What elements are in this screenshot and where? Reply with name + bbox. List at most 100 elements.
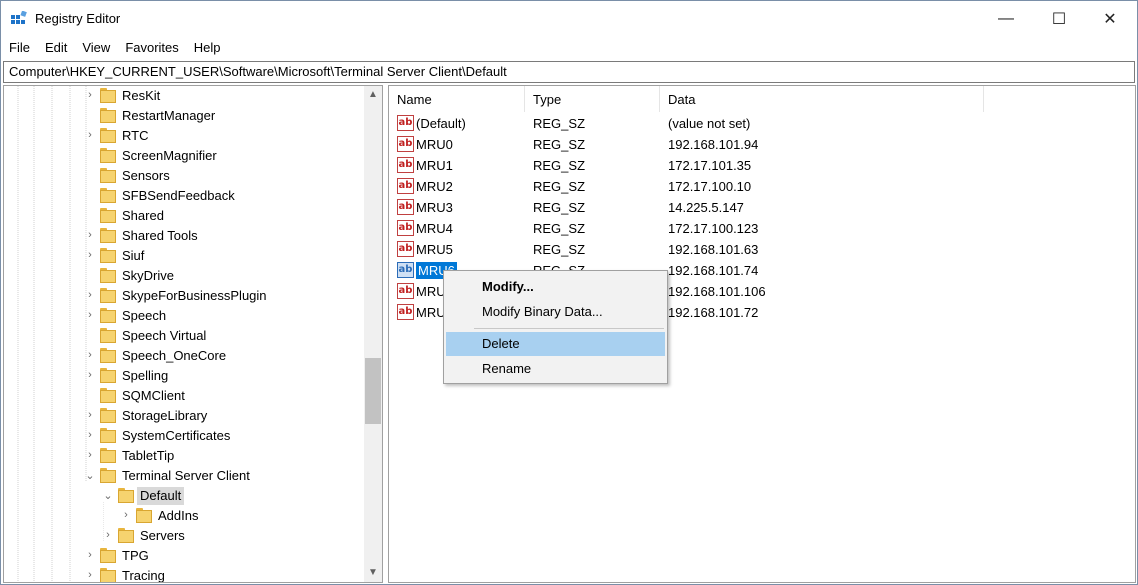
tree-item-label: Speech_OneCore <box>122 348 227 363</box>
value-name: (Default) <box>416 116 466 131</box>
collapse-icon[interactable]: ⌄ <box>102 489 114 503</box>
folder-icon <box>100 248 116 264</box>
tree-item-label: Speech <box>122 308 167 323</box>
column-header-type[interactable]: Type <box>525 86 660 112</box>
value-row[interactable]: ab MRU0 REG_SZ 192.168.101.94 <box>389 134 1129 155</box>
menu-help[interactable]: Help <box>186 37 228 59</box>
folder-icon <box>118 488 134 504</box>
string-value-icon: ab <box>397 157 414 173</box>
string-value-icon: ab <box>397 115 414 131</box>
expand-icon[interactable]: › <box>84 429 96 443</box>
tree-item-label: Tracing <box>122 568 165 583</box>
context-menu-modify-binary-data[interactable]: Modify Binary Data... <box>446 300 665 324</box>
folder-icon <box>100 368 116 384</box>
tree-item-screenmagnifier[interactable]: ScreenMagnifier <box>4 146 364 166</box>
tree-item-sensors[interactable]: Sensors <box>4 166 364 186</box>
menu-file[interactable]: File <box>1 37 37 59</box>
tree-item-spelling[interactable]: › Spelling <box>4 366 364 386</box>
tree-item-label: SkyDrive <box>122 268 175 283</box>
expand-icon[interactable]: › <box>84 569 96 582</box>
tree-item-reskit[interactable]: › ResKit <box>4 86 364 106</box>
value-type: REG_SZ <box>533 221 586 236</box>
tree-item-label: SFBSendFeedback <box>122 188 235 203</box>
context-menu-modify[interactable]: Modify... <box>446 275 665 299</box>
tree-item-rtc[interactable]: › RTC <box>4 126 364 146</box>
scroll-up-button[interactable]: ▲ <box>364 86 382 104</box>
menu-view[interactable]: View <box>74 37 117 59</box>
value-data: 14.225.5.147 <box>668 200 744 215</box>
context-menu-rename[interactable]: Rename <box>446 357 665 381</box>
maximize-button[interactable]: ☐ <box>1036 1 1082 37</box>
tree-item-shared[interactable]: Shared <box>4 206 364 226</box>
folder-icon <box>100 548 116 564</box>
context-menu: Modify... Modify Binary Data... Delete R… <box>443 270 668 384</box>
tree-item-addins[interactable]: › AddIns <box>4 506 364 526</box>
expand-icon[interactable]: › <box>84 229 96 243</box>
tree-item-tpg[interactable]: › TPG <box>4 546 364 566</box>
value-row[interactable]: ab MRU2 REG_SZ 172.17.100.10 <box>389 176 1129 197</box>
expand-icon[interactable]: › <box>84 129 96 143</box>
expand-icon[interactable]: › <box>84 549 96 563</box>
value-data: 192.168.101.106 <box>668 284 766 299</box>
expand-icon[interactable]: › <box>84 89 96 103</box>
menu-favorites[interactable]: Favorites <box>117 37 185 59</box>
close-button[interactable]: ✕ <box>1087 1 1133 37</box>
folder-icon <box>100 148 116 164</box>
tree-item-skypeforbusinessplugin[interactable]: › SkypeForBusinessPlugin <box>4 286 364 306</box>
tree-item-storagelibrary[interactable]: › StorageLibrary <box>4 406 364 426</box>
tree-item-label: Siuf <box>122 248 145 263</box>
minimize-button[interactable]: — <box>983 1 1029 37</box>
tree-item-default[interactable]: ⌄ Default <box>4 486 364 506</box>
value-row[interactable]: ab MRU1 REG_SZ 172.17.101.35 <box>389 155 1129 176</box>
expand-icon[interactable]: › <box>84 409 96 423</box>
value-row[interactable]: ab MRU3 REG_SZ 14.225.5.147 <box>389 197 1129 218</box>
expand-icon[interactable]: › <box>102 529 114 543</box>
value-type: REG_SZ <box>533 242 586 257</box>
value-data: 172.17.101.35 <box>668 158 752 173</box>
scroll-thumb[interactable] <box>365 358 381 424</box>
tree-item-tablettip[interactable]: › TabletTip <box>4 446 364 466</box>
expand-icon[interactable]: › <box>84 289 96 303</box>
expand-icon[interactable]: › <box>84 349 96 363</box>
tree-item-speech-virtual[interactable]: Speech Virtual <box>4 326 364 346</box>
expand-icon[interactable]: › <box>84 449 96 463</box>
tree-item-speech[interactable]: › Speech <box>4 306 364 326</box>
tree-item-restartmanager[interactable]: RestartManager <box>4 106 364 126</box>
folder-icon <box>100 288 116 304</box>
tree-item-label: Sensors <box>122 168 170 183</box>
value-name: MRU4 <box>416 221 453 236</box>
folder-icon <box>100 468 116 484</box>
string-value-icon: ab <box>397 262 414 278</box>
tree-item-sqmclient[interactable]: SQMClient <box>4 386 364 406</box>
value-row[interactable]: ab MRU4 REG_SZ 172.17.100.123 <box>389 218 1129 239</box>
tree-item-terminal-server-client[interactable]: ⌄ Terminal Server Client <box>4 466 364 486</box>
column-header-data[interactable]: Data <box>660 86 984 112</box>
tree-item-label: Terminal Server Client <box>122 468 250 483</box>
tree-item-speech-onecore[interactable]: › Speech_OneCore <box>4 346 364 366</box>
collapse-icon[interactable]: ⌄ <box>84 469 96 483</box>
tree-item-label: TPG <box>122 548 149 563</box>
address-bar[interactable]: Computer\HKEY_CURRENT_USER\Software\Micr… <box>3 61 1135 83</box>
expand-icon[interactable]: › <box>84 249 96 263</box>
string-value-icon: ab <box>397 304 414 320</box>
tree-item-shared-tools[interactable]: › Shared Tools <box>4 226 364 246</box>
menu-edit[interactable]: Edit <box>37 37 74 59</box>
expand-icon[interactable]: › <box>84 369 96 383</box>
context-menu-delete[interactable]: Delete <box>446 332 665 356</box>
tree-item-sfbsendfeedback[interactable]: SFBSendFeedback <box>4 186 364 206</box>
value-row[interactable]: ab (Default) REG_SZ (value not set) <box>389 113 1129 134</box>
tree-item-label: Shared Tools <box>122 228 198 243</box>
expand-icon[interactable]: › <box>120 509 132 523</box>
scroll-down-button[interactable]: ▼ <box>364 564 382 582</box>
tree-item-skydrive[interactable]: SkyDrive <box>4 266 364 286</box>
tree-item-tracing[interactable]: › Tracing <box>4 566 364 583</box>
value-row[interactable]: ab MRU5 REG_SZ 192.168.101.63 <box>389 239 1129 260</box>
expand-icon[interactable]: › <box>84 309 96 323</box>
column-header-name[interactable]: Name <box>389 86 525 112</box>
tree-scrollbar[interactable]: ▲ ▼ <box>364 86 382 582</box>
tree-item-siuf[interactable]: › Siuf <box>4 246 364 266</box>
tree-item-systemcertificates[interactable]: › SystemCertificates <box>4 426 364 446</box>
tree-item-servers[interactable]: › Servers <box>4 526 364 546</box>
folder-icon <box>118 528 134 544</box>
key-tree-pane: › ResKit RestartManager › RTC ScreenMagn… <box>3 85 383 583</box>
